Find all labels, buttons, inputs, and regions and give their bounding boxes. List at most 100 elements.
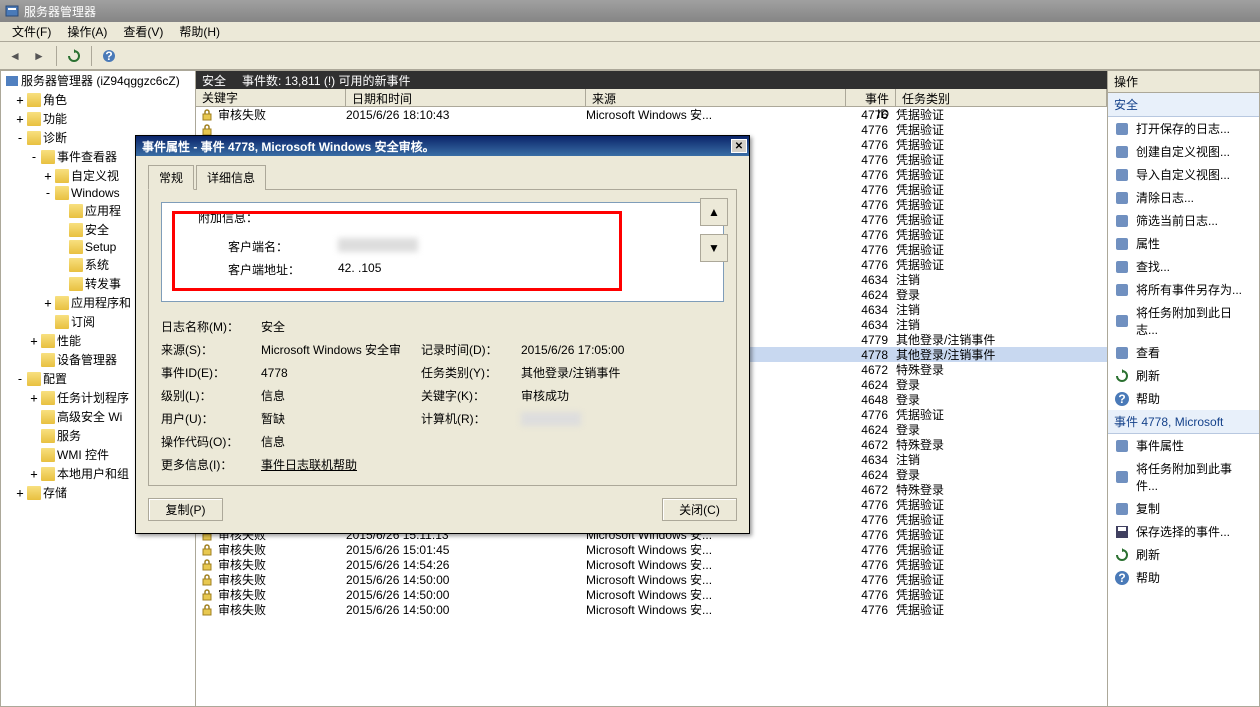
tab-general[interactable]: 常规 <box>148 165 194 190</box>
action-import-custom-view[interactable]: 导入自定义视图... <box>1108 163 1259 186</box>
close-button[interactable]: 关闭(C) <box>662 498 737 521</box>
lock-icon <box>200 589 214 601</box>
table-row[interactable]: 审核失败2015/6/26 15:01:45Microsoft Windows … <box>196 542 1107 557</box>
logname-label: 日志名称(M)： <box>161 318 261 335</box>
action-view[interactable]: 查看 <box>1108 341 1259 364</box>
action-event-properties[interactable]: 事件属性 <box>1108 434 1259 457</box>
lock-icon <box>200 604 214 616</box>
kw-value: 审核成功 <box>521 387 681 404</box>
moreinfo-link[interactable]: 事件日志联机帮助 <box>261 456 681 473</box>
menu-file[interactable]: 文件(F) <box>4 21 59 42</box>
find-icon <box>1114 259 1130 275</box>
attach-task-log-icon <box>1114 313 1130 329</box>
action-attach-task-log[interactable]: 将任务附加到此日志... <box>1108 301 1259 341</box>
table-row[interactable]: 审核失败2015/6/26 14:50:00Microsoft Windows … <box>196 602 1107 617</box>
svg-text:?: ? <box>1118 392 1125 406</box>
grid-title: 安全 <box>202 72 226 89</box>
action-properties[interactable]: 属性 <box>1108 232 1259 255</box>
user-label: 用户(U)： <box>161 410 261 427</box>
client-addr-label: 客户端地址： <box>198 261 338 278</box>
action-help[interactable]: ?帮助 <box>1108 387 1259 410</box>
eventid-label: 事件ID(E)： <box>161 364 261 381</box>
table-row[interactable]: 审核失败2015/6/26 14:50:00Microsoft Windows … <box>196 572 1107 587</box>
tab-detail[interactable]: 详细信息 <box>196 165 266 190</box>
taskcat-value: 其他登录/注销事件 <box>521 364 681 381</box>
nav-forward-button[interactable]: ► <box>28 45 50 67</box>
attach-task-event-icon <box>1114 469 1130 485</box>
nav-next-event-button[interactable]: ▼ <box>700 234 728 262</box>
table-row[interactable]: 审核失败2015/6/26 14:50:00Microsoft Windows … <box>196 587 1107 602</box>
create-custom-view-icon <box>1114 144 1130 160</box>
taskcat-label: 任务类别(Y)： <box>421 364 521 381</box>
lock-icon <box>200 109 214 121</box>
dialog-close-button[interactable]: ✕ <box>731 139 747 153</box>
dialog-titlebar[interactable]: 事件属性 - 事件 4778, Microsoft Windows 安全审核。 … <box>136 136 749 156</box>
action-clear-log[interactable]: 清除日志... <box>1108 186 1259 209</box>
col-datetime[interactable]: 日期和时间 <box>346 89 586 106</box>
action-save-all-events[interactable]: 将所有事件另存为... <box>1108 278 1259 301</box>
actions-section-log: 安全 <box>1108 93 1259 117</box>
action-find[interactable]: 查找... <box>1108 255 1259 278</box>
tree-root[interactable]: 服务器管理器 (iZ94qggzc6cZ) <box>1 71 195 90</box>
action-filter-log[interactable]: 筛选当前日志... <box>1108 209 1259 232</box>
action-create-custom-view[interactable]: 创建自定义视图... <box>1108 140 1259 163</box>
action-copy[interactable]: 复制 <box>1108 497 1259 520</box>
client-name-label: 客户端名： <box>198 238 338 255</box>
client-addr-value: 42. .105 <box>338 261 381 278</box>
help-icon: ? <box>1114 391 1130 407</box>
tree-node[interactable]: +功能 <box>1 109 195 128</box>
nav-prev-event-button[interactable]: ▲ <box>700 198 728 226</box>
toolbar-refresh-button[interactable] <box>63 45 85 67</box>
lock-icon <box>200 574 214 586</box>
user-value: 暂缺 <box>261 410 421 427</box>
toolbar: ◄ ► ? <box>0 42 1260 70</box>
col-keyword[interactable]: 关键字 <box>196 89 346 106</box>
dialog-title: 事件属性 - 事件 4778, Microsoft Windows 安全审核。 <box>142 138 435 155</box>
action-attach-task-event[interactable]: 将任务附加到此事件... <box>1108 457 1259 497</box>
action-refresh[interactable]: 刷新 <box>1108 543 1259 566</box>
copy-button[interactable]: 复制(P) <box>148 498 223 521</box>
copy-icon <box>1114 501 1130 517</box>
col-category[interactable]: 任务类别 <box>896 89 1107 106</box>
source-value: Microsoft Windows 安全审 <box>261 341 421 358</box>
tree-node[interactable]: +角色 <box>1 90 195 109</box>
col-eventid[interactable]: 事件 ID <box>846 89 896 106</box>
info-header: 附加信息： <box>198 209 717 226</box>
menu-help[interactable]: 帮助(H) <box>171 21 228 42</box>
import-custom-view-icon <box>1114 167 1130 183</box>
action-open-saved-log[interactable]: 打开保存的日志... <box>1108 117 1259 140</box>
menu-view[interactable]: 查看(V) <box>115 21 171 42</box>
event-description-box[interactable]: 附加信息： 客户端名： 客户端地址： 42. .105 <box>161 202 724 302</box>
svg-text:?: ? <box>1118 571 1125 585</box>
svg-text:?: ? <box>105 49 112 63</box>
actions-header: 操作 <box>1108 71 1259 93</box>
action-save-selected[interactable]: 保存选择的事件... <box>1108 520 1259 543</box>
help-icon: ? <box>1114 570 1130 586</box>
opcode-label: 操作代码(O)： <box>161 433 261 450</box>
save-all-events-icon <box>1114 282 1130 298</box>
server-manager-icon <box>4 3 20 19</box>
moreinfo-label: 更多信息(I)： <box>161 456 261 473</box>
view-icon <box>1114 345 1130 361</box>
window-titlebar: 服务器管理器 <box>0 0 1260 22</box>
lock-icon <box>200 544 214 556</box>
nav-back-button[interactable]: ◄ <box>4 45 26 67</box>
opcode-value: 信息 <box>261 433 681 450</box>
save-selected-icon <box>1114 524 1130 540</box>
comp-value <box>521 412 581 426</box>
lock-icon <box>200 124 214 136</box>
level-value: 信息 <box>261 387 421 404</box>
actions-pane: 操作 安全 打开保存的日志...创建自定义视图...导入自定义视图...清除日志… <box>1108 70 1260 707</box>
table-row[interactable]: 审核失败2015/6/26 14:54:26Microsoft Windows … <box>196 557 1107 572</box>
level-label: 级别(L)： <box>161 387 261 404</box>
table-row[interactable]: 审核失败2015/6/26 18:10:43Microsoft Windows … <box>196 107 1107 122</box>
action-refresh[interactable]: 刷新 <box>1108 364 1259 387</box>
rectime-label: 记录时间(D)： <box>421 341 521 358</box>
actions-section-event: 事件 4778, Microsoft <box>1108 410 1259 434</box>
menu-action[interactable]: 操作(A) <box>59 21 115 42</box>
action-help[interactable]: ?帮助 <box>1108 566 1259 589</box>
toolbar-help-button[interactable]: ? <box>98 45 120 67</box>
col-source[interactable]: 来源 <box>586 89 846 106</box>
lock-icon <box>200 559 214 571</box>
client-name-value <box>338 238 418 252</box>
